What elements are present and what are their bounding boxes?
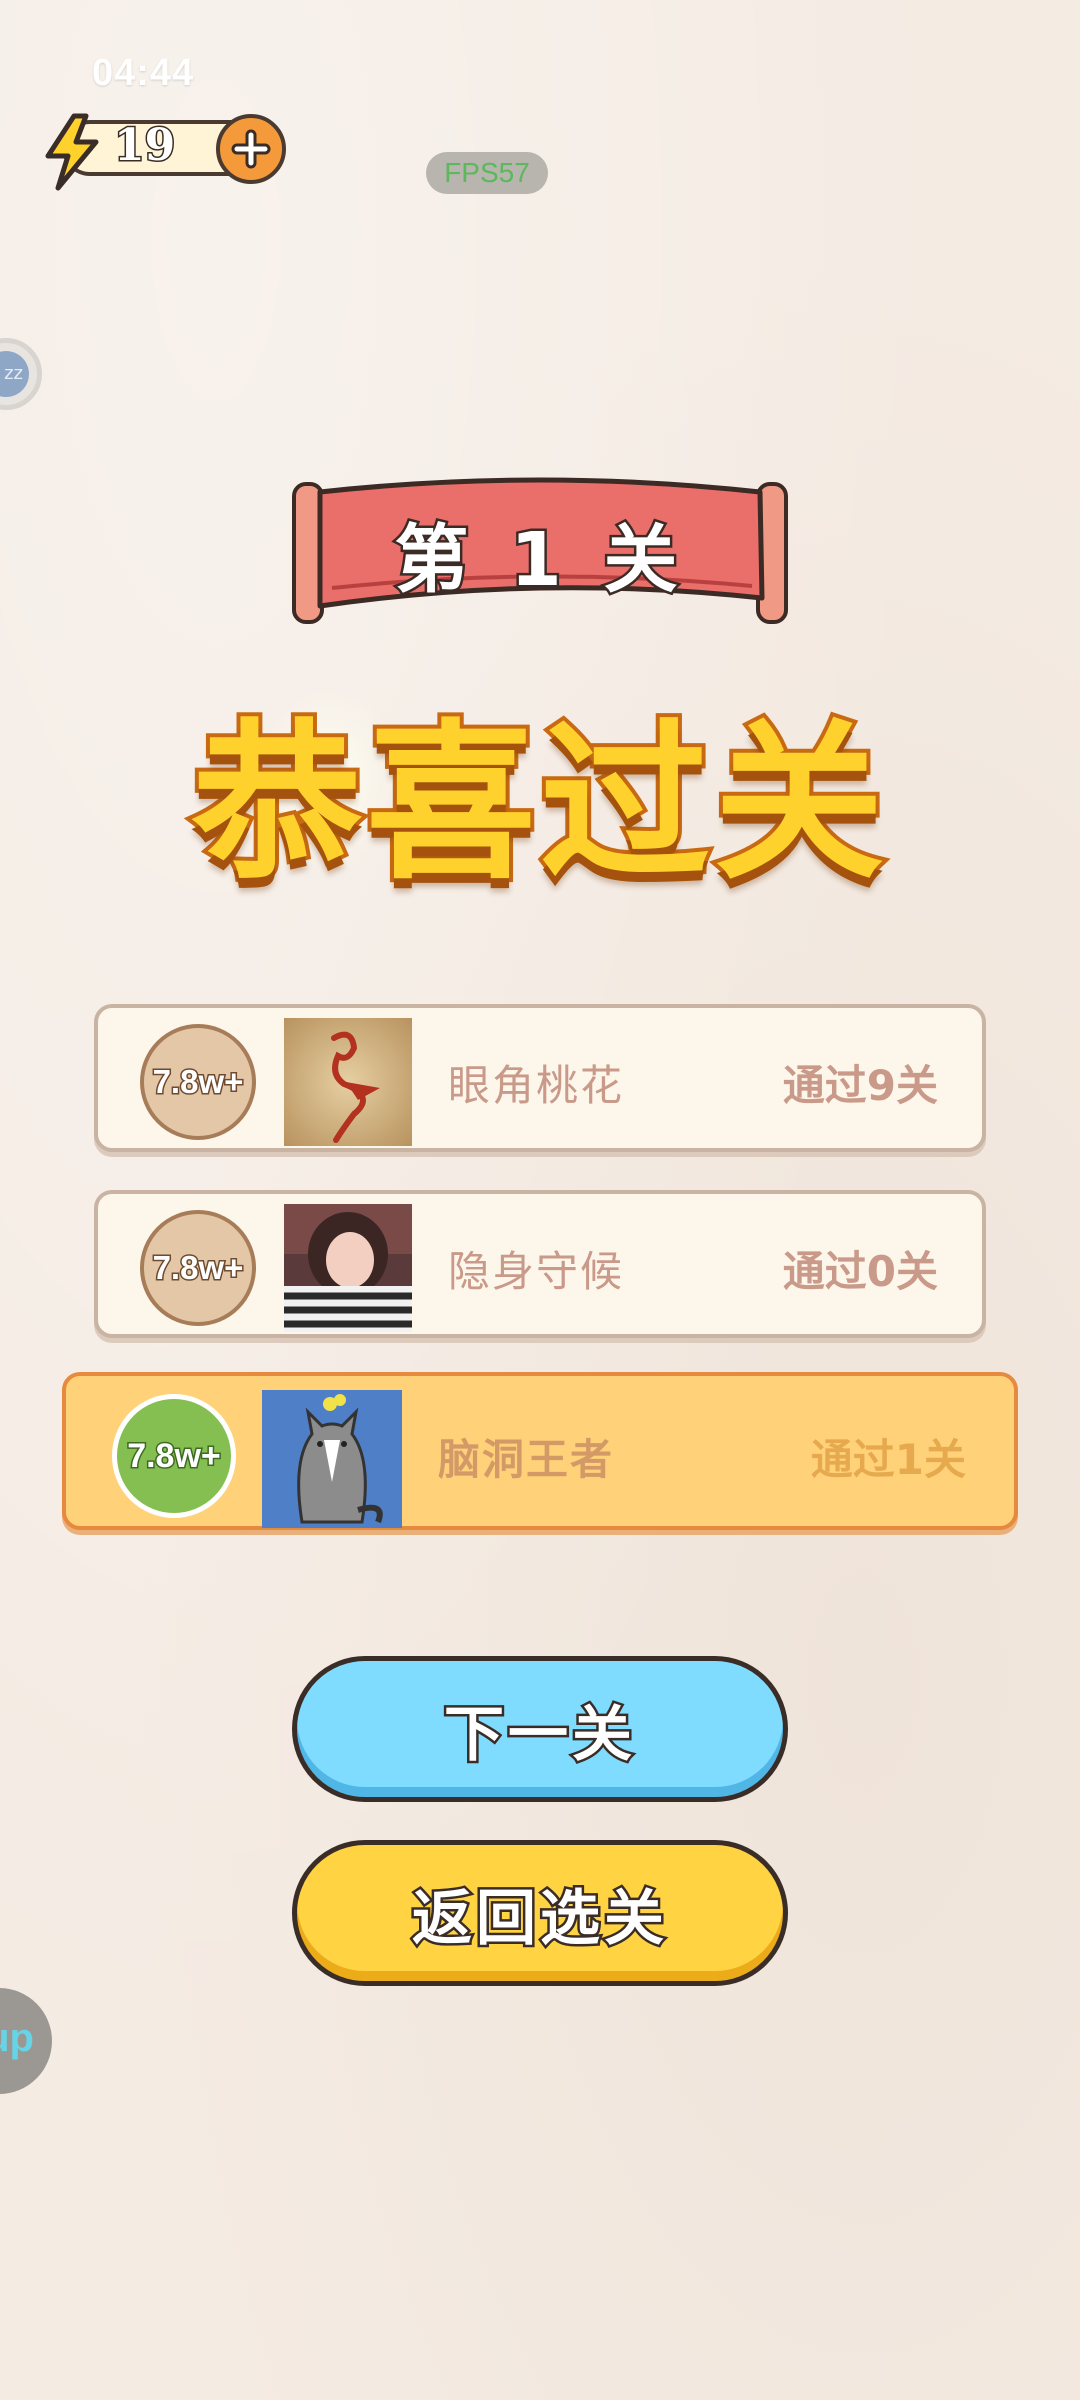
score-badge: 7.8w+: [140, 1210, 256, 1326]
congrats-title: 恭喜过关: [188, 701, 888, 907]
rank-row: 7.8w+ 眼角桃花 通过9关: [94, 1004, 986, 1152]
status-time: 04:44: [92, 52, 195, 94]
floating-up-label: up: [0, 2016, 34, 2060]
player-progress: 通过0关: [782, 1247, 938, 1296]
score-badge-text: 7.8w+: [151, 1248, 245, 1288]
energy-value: 19: [112, 119, 176, 173]
next-level-label: 下一关: [442, 1697, 636, 1772]
add-energy-button[interactable]: [216, 114, 286, 184]
score-badge-text: 7.8w+: [126, 1435, 223, 1476]
level-title: 第 1 关: [392, 515, 686, 606]
level-banner: 第 1 关: [280, 470, 800, 630]
energy-counter: 19: [40, 112, 290, 191]
score-badge: 7.8w+: [140, 1024, 256, 1140]
plus-icon: [231, 129, 271, 169]
avatar: [284, 1204, 412, 1332]
player-name: 隐身守候: [448, 1247, 625, 1296]
rank-row: 7.8w+ 隐身守候 通过0关: [94, 1190, 986, 1338]
player-progress: 通过1关: [810, 1435, 966, 1484]
score-badge: 7.8w+: [112, 1394, 236, 1518]
back-to-level-select-label: 返回选关: [410, 1881, 668, 1956]
avatar: [284, 1018, 412, 1146]
score-badge-text: 7.8w+: [151, 1062, 245, 1102]
floating-assist-label: zz: [0, 351, 29, 397]
lightning-bolt-icon: [45, 113, 99, 191]
avatar: [262, 1390, 402, 1528]
back-to-level-select-button[interactable]: 返回选关: [292, 1840, 788, 1986]
player-progress: 通过9关: [782, 1061, 938, 1110]
rank-row-current-player: 7.8w+ 脑洞王者 通过1关: [62, 1372, 1018, 1530]
player-name: 眼角桃花: [448, 1061, 625, 1110]
fps-indicator: FPS57: [426, 152, 548, 194]
player-name: 脑洞王者: [438, 1435, 615, 1484]
next-level-button[interactable]: 下一关: [292, 1656, 788, 1802]
